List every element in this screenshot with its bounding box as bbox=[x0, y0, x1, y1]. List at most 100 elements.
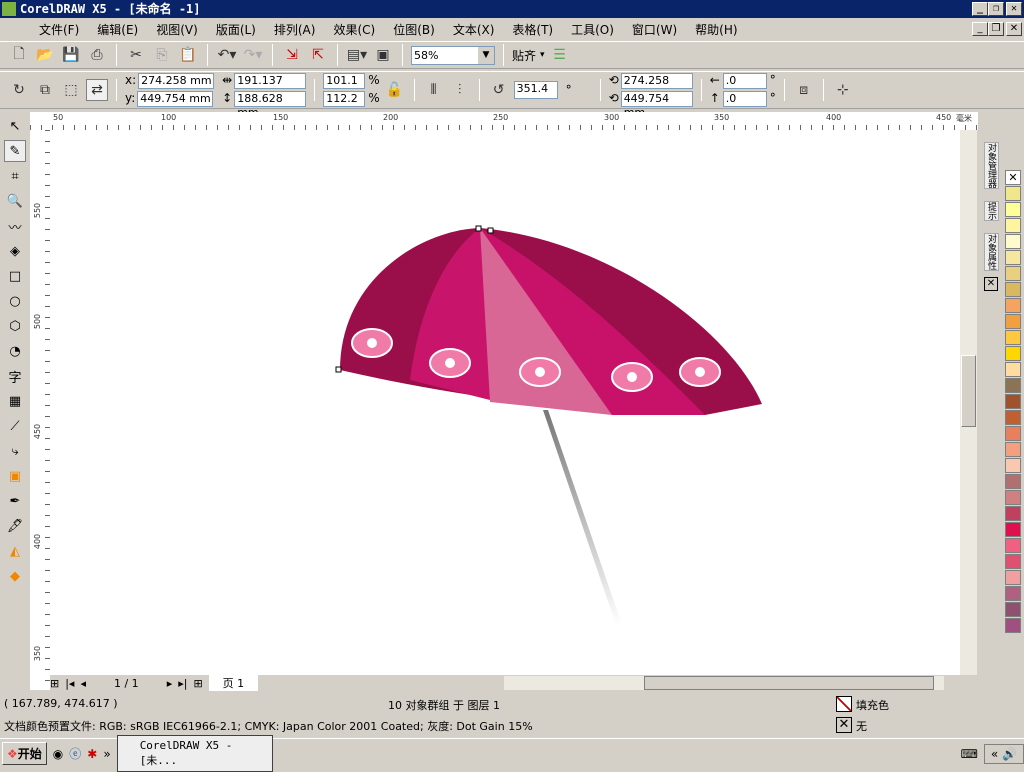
color-swatch[interactable] bbox=[1005, 362, 1021, 377]
fill-tool-icon[interactable]: ◭ bbox=[4, 540, 26, 562]
doc-restore-button[interactable]: ❐ bbox=[988, 22, 1004, 36]
first-page-icon[interactable]: |◂ bbox=[65, 677, 74, 690]
x-position-input[interactable]: 274.258 mm bbox=[138, 73, 215, 89]
mirror-vertical-icon[interactable]: ⫶ bbox=[449, 79, 471, 101]
maximize-button[interactable]: ❐ bbox=[988, 2, 1004, 16]
last-page-icon[interactable]: ▸| bbox=[178, 677, 187, 690]
page-tab[interactable]: 页 1 bbox=[208, 675, 259, 691]
add-icon[interactable]: ⊹ bbox=[832, 79, 854, 101]
color-swatch[interactable] bbox=[1005, 586, 1021, 601]
width-input[interactable]: 191.137 mm bbox=[234, 73, 307, 101]
color-swatch[interactable] bbox=[1005, 506, 1021, 521]
connector-tool-icon[interactable]: ⤷ bbox=[4, 440, 26, 462]
horizontal-ruler[interactable]: 50 100 150 200 250 300 350 400 450 毫米 bbox=[30, 112, 978, 130]
cut-icon[interactable]: ✂ bbox=[125, 44, 147, 66]
color-swatch[interactable] bbox=[1005, 346, 1021, 361]
close-docker-icon[interactable]: ✕ bbox=[984, 277, 998, 291]
print-icon[interactable]: ⎙ bbox=[86, 44, 108, 66]
menu-table[interactable]: 表格(T) bbox=[503, 21, 562, 38]
rectangle-tool-icon[interactable]: □ bbox=[4, 265, 26, 287]
color-swatch[interactable] bbox=[1005, 234, 1021, 249]
smart-fill-icon[interactable]: ◈ bbox=[4, 240, 26, 262]
ellipse-tool-icon[interactable]: ○ bbox=[4, 290, 26, 312]
vertical-scrollbar[interactable] bbox=[960, 130, 977, 675]
height-input[interactable]: 188.628 mm bbox=[234, 91, 307, 119]
crop-tool-icon[interactable]: ⌗ bbox=[4, 165, 26, 187]
menu-tools[interactable]: 工具(O) bbox=[562, 21, 623, 38]
menu-window[interactable]: 窗口(W) bbox=[623, 21, 686, 38]
paste-icon[interactable]: 📋 bbox=[177, 44, 199, 66]
color-swatch[interactable] bbox=[1005, 442, 1021, 457]
scroll-thumb[interactable] bbox=[644, 676, 935, 690]
relative-x-input[interactable]: .0 bbox=[722, 73, 767, 89]
menu-edit[interactable]: 编辑(E) bbox=[88, 21, 147, 38]
color-swatch[interactable] bbox=[1005, 426, 1021, 441]
shape-tool-icon[interactable]: ✎ bbox=[4, 140, 26, 162]
ie-icon[interactable]: ⓔ bbox=[69, 745, 81, 762]
docker-tab-hints[interactable]: 提示 bbox=[984, 201, 999, 221]
welcome-screen-icon[interactable]: ▣ bbox=[372, 44, 394, 66]
start-button[interactable]: ❖开始 bbox=[2, 742, 47, 765]
docker-tab-object-manager[interactable]: 对象管理器 bbox=[984, 142, 999, 189]
menu-layout[interactable]: 版面(L) bbox=[207, 21, 265, 38]
doc-close-button[interactable]: ✕ bbox=[1006, 22, 1022, 36]
interactive-fill-icon[interactable]: ◆ bbox=[4, 565, 26, 587]
fill-color-swatch[interactable] bbox=[836, 696, 852, 712]
color-swatch[interactable] bbox=[1005, 298, 1021, 313]
color-swatch[interactable] bbox=[1005, 554, 1021, 569]
apply-duplicate-icon[interactable]: ⧈ bbox=[793, 79, 815, 101]
umbrella-drawing[interactable] bbox=[50, 130, 960, 675]
rotation-angle-input[interactable]: 351.4 bbox=[513, 81, 558, 99]
color-swatch[interactable] bbox=[1005, 538, 1021, 553]
color-swatch[interactable] bbox=[1005, 490, 1021, 505]
outline-color-swatch[interactable]: ✕ bbox=[836, 717, 852, 733]
interactive-effects-icon[interactable]: ▣ bbox=[4, 465, 26, 487]
mirror-horizontal-icon[interactable]: ⫴ bbox=[423, 79, 445, 101]
taskbar-task-coreldraw[interactable]: CorelDRAW X5 - [未... bbox=[116, 735, 273, 772]
redo-icon[interactable]: ↷▾ bbox=[242, 44, 264, 66]
color-swatch[interactable] bbox=[1005, 458, 1021, 473]
copy-icon[interactable]: ⎘ bbox=[151, 44, 173, 66]
text-tool-icon[interactable]: 字 bbox=[4, 365, 26, 387]
menu-file[interactable]: 文件(F) bbox=[30, 21, 88, 38]
relative-icon[interactable]: ⇄ bbox=[86, 79, 108, 101]
snap-dropdown[interactable]: 贴齐 bbox=[512, 47, 536, 64]
polygon-tool-icon[interactable]: ⬡ bbox=[4, 315, 26, 337]
color-swatch[interactable] bbox=[1005, 218, 1021, 233]
no-color-swatch[interactable]: ✕ bbox=[1005, 170, 1021, 185]
relative-y-input[interactable]: .0 bbox=[722, 91, 767, 107]
color-swatch[interactable] bbox=[1005, 522, 1021, 537]
basic-shapes-icon[interactable]: ◔ bbox=[4, 340, 26, 362]
app-quicklaunch-icon[interactable]: ✱ bbox=[87, 747, 97, 761]
freehand-tool-icon[interactable]: 〰 bbox=[4, 215, 26, 237]
y-position-input[interactable]: 449.754 mm bbox=[137, 91, 214, 107]
open-icon[interactable]: 📂 bbox=[34, 44, 56, 66]
color-swatch[interactable] bbox=[1005, 266, 1021, 281]
new-icon[interactable]: 🗋 bbox=[8, 44, 30, 66]
next-page-icon[interactable]: ▸ bbox=[167, 677, 173, 690]
docker-tab-object-properties[interactable]: 对象属性 bbox=[984, 233, 999, 271]
center-y-input[interactable]: 449.754 mm bbox=[620, 91, 693, 119]
zoom-select[interactable]: 58% ▼ bbox=[411, 45, 495, 65]
color-swatch[interactable] bbox=[1005, 394, 1021, 409]
import-icon[interactable]: ⇲ bbox=[281, 44, 303, 66]
menu-bitmaps[interactable]: 位图(B) bbox=[384, 21, 444, 38]
color-swatch[interactable] bbox=[1005, 202, 1021, 217]
export-icon[interactable]: ⇱ bbox=[307, 44, 329, 66]
prev-page-icon[interactable]: ◂ bbox=[80, 677, 86, 690]
menu-text[interactable]: 文本(X) bbox=[444, 21, 504, 38]
doc-minimize-button[interactable]: _ bbox=[972, 22, 988, 36]
dimension-tool-icon[interactable]: ⟋ bbox=[4, 415, 26, 437]
zoom-tool-icon[interactable]: 🔍 bbox=[4, 190, 26, 212]
menu-arrange[interactable]: 排列(A) bbox=[265, 21, 325, 38]
menu-view[interactable]: 视图(V) bbox=[147, 21, 207, 38]
color-swatch[interactable] bbox=[1005, 602, 1021, 617]
add-page-icon[interactable]: ⊞ bbox=[50, 677, 59, 690]
menu-help[interactable]: 帮助(H) bbox=[686, 21, 746, 38]
table-tool-icon[interactable]: ▦ bbox=[4, 390, 26, 412]
rotate-icon[interactable]: ↻ bbox=[8, 79, 30, 101]
color-swatch[interactable] bbox=[1005, 186, 1021, 201]
color-swatch[interactable] bbox=[1005, 474, 1021, 489]
eyedropper-icon[interactable]: ✒ bbox=[4, 490, 26, 512]
keyboard-icon[interactable]: ⌨ bbox=[961, 747, 978, 761]
